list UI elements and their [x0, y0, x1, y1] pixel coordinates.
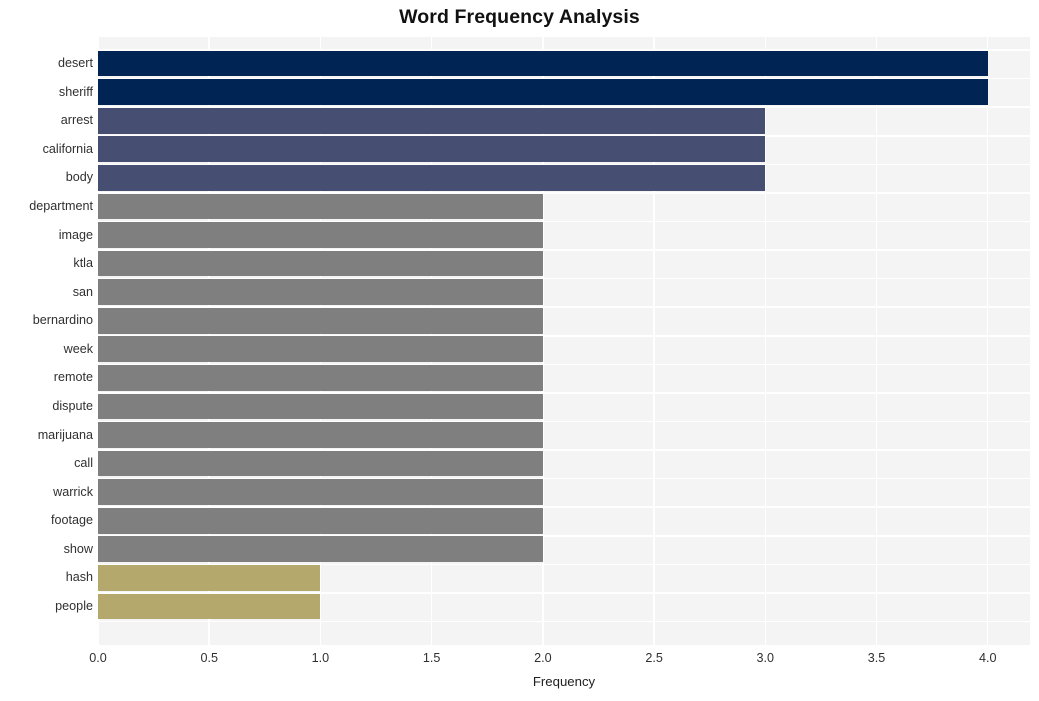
bar[interactable] — [98, 222, 543, 248]
x-tick-label: 1.5 — [422, 651, 441, 665]
y-tick-label: week — [63, 341, 93, 356]
y-tick-label: people — [55, 598, 93, 613]
y-tick-label: body — [65, 170, 93, 185]
y-tick-label: sheriff — [58, 84, 93, 99]
word-frequency-chart-figure: Word Frequency Analysis desert sheriff arr… — [0, 0, 1039, 701]
y-tick-label: footage — [50, 513, 93, 528]
bar[interactable] — [98, 422, 543, 448]
y-tick-label: san — [72, 284, 93, 299]
bar[interactable] — [98, 279, 543, 306]
x-tick-label: 2.0 — [534, 651, 552, 665]
x-tick-label: 1.0 — [311, 651, 330, 665]
bar[interactable] — [98, 307, 543, 334]
bar[interactable] — [98, 79, 988, 106]
bar[interactable] — [98, 107, 766, 134]
y-tick-label: dispute — [52, 398, 93, 413]
vertical-gridline — [986, 37, 989, 645]
bar[interactable] — [98, 393, 543, 420]
y-tick-label: department — [29, 198, 93, 213]
y-tick-label: warrick — [53, 484, 93, 499]
y-tick-label: marijuana — [37, 427, 93, 442]
y-tick-label: call — [74, 456, 93, 471]
bar[interactable] — [98, 536, 543, 563]
bar[interactable] — [98, 136, 766, 163]
x-axis-label: Frequency — [532, 674, 596, 689]
bar[interactable] — [98, 336, 543, 363]
bar[interactable] — [98, 193, 543, 220]
y-axis-tick-labels: desert sheriff arrest california body departm… — [0, 37, 93, 645]
plot-area — [98, 37, 1030, 645]
x-tick-label: 4.0 — [978, 651, 997, 665]
vertical-gridline — [875, 37, 878, 645]
x-tick-label: 2.5 — [645, 651, 663, 665]
y-tick-label: california — [42, 141, 93, 156]
y-tick-label: bernardino — [32, 313, 93, 328]
y-tick-label: image — [58, 227, 93, 242]
x-tick-label: 0.0 — [89, 651, 107, 665]
bar[interactable] — [98, 50, 988, 77]
horizontal-gridline — [98, 620, 1030, 623]
bar[interactable] — [98, 164, 766, 191]
bar[interactable] — [98, 507, 543, 534]
x-tick-label: 0.5 — [200, 651, 218, 665]
bar[interactable] — [98, 450, 543, 477]
y-tick-label: ktla — [73, 256, 93, 271]
y-tick-label: remote — [53, 370, 93, 385]
y-tick-label: hash — [65, 570, 93, 585]
chart-title: Word Frequency Analysis — [399, 6, 640, 28]
x-tick-label: 3.5 — [867, 651, 886, 665]
y-tick-label: arrest — [60, 113, 93, 128]
bar[interactable] — [98, 364, 543, 391]
bar[interactable] — [98, 564, 321, 591]
y-tick-label: desert — [57, 56, 93, 71]
y-tick-label: show — [63, 541, 93, 556]
x-axis-tick-labels: 0.0 0.5 1.0 1.5 2.0 2.5 3.0 3.5 4.0 — [0, 645, 1039, 675]
bar[interactable] — [98, 593, 321, 620]
x-tick-label: 3.0 — [756, 651, 775, 665]
bar[interactable] — [98, 250, 543, 277]
bar[interactable] — [98, 479, 543, 506]
